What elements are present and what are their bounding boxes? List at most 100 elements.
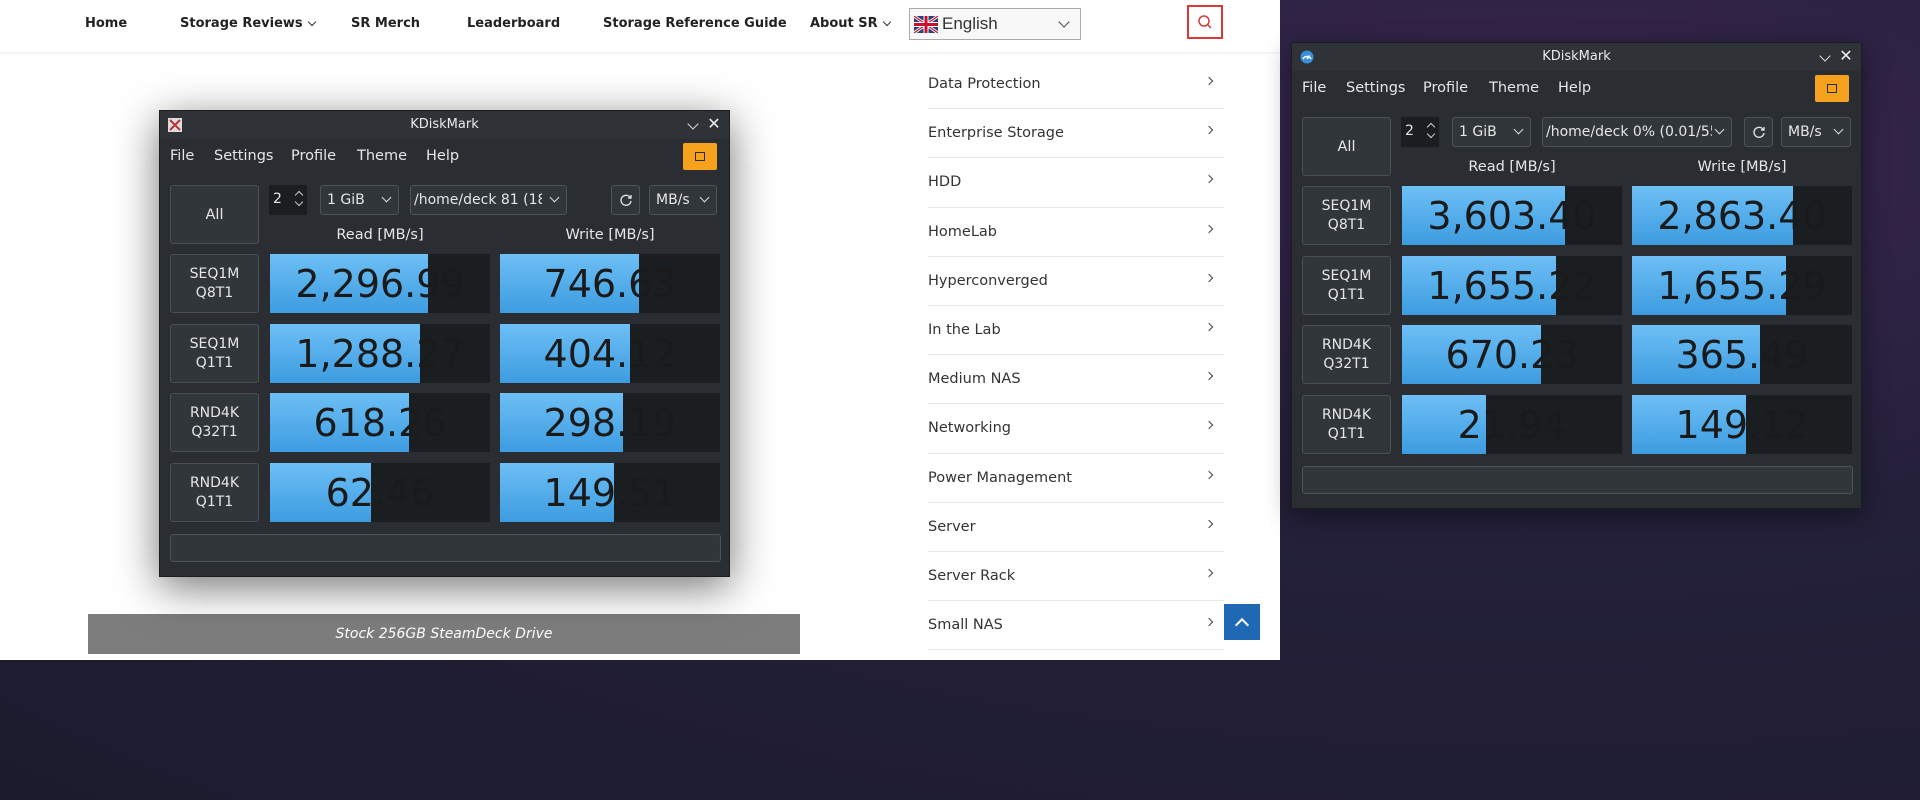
row-label-line2: Q1T1	[195, 493, 234, 510]
write-value: 365.49	[1675, 332, 1809, 377]
path-value: /home/deck 0% (0.01/55	[1546, 124, 1712, 140]
status-bar	[1302, 466, 1853, 494]
category-item[interactable]: In the Lab	[928, 306, 1224, 356]
menu-theme[interactable]: Theme	[1489, 80, 1539, 96]
category-item[interactable]: Data Protection	[928, 60, 1224, 110]
result-write-cell: 149.51	[500, 463, 720, 522]
scroll-to-top-button[interactable]	[1224, 604, 1260, 640]
category-item[interactable]: Hyperconverged	[928, 257, 1224, 306]
size-select[interactable]: 1 GiB	[1452, 117, 1531, 147]
test-rnd4k-q32t1-button[interactable]: RND4K Q32T1	[1302, 325, 1391, 384]
close-icon[interactable]: ✕	[705, 115, 723, 133]
row-label-line1: SEQ1M	[1321, 197, 1372, 214]
category-label: Medium NAS	[928, 371, 1021, 388]
runs-spinbox[interactable]: 2	[1401, 117, 1439, 147]
all-button[interactable]: All	[1302, 117, 1391, 176]
unit-select[interactable]: MB/s	[649, 185, 717, 215]
menu-settings[interactable]: Settings	[1346, 80, 1405, 96]
category-item[interactable]: Enterprise Storage	[928, 109, 1224, 159]
test-seq1m-q8t1-button[interactable]: SEQ1M Q8T1	[170, 254, 259, 313]
result-write-cell: 1,655.29	[1632, 256, 1852, 315]
test-seq1m-q8t1-button[interactable]: SEQ1M Q8T1	[1302, 186, 1391, 245]
size-select[interactable]: 1 GiB	[320, 185, 399, 215]
refresh-button[interactable]	[611, 185, 640, 215]
chevron-down-icon	[1058, 16, 1070, 28]
read-value: 618.26	[313, 400, 447, 445]
category-label: Enterprise Storage	[928, 125, 1064, 142]
all-button[interactable]: All	[170, 185, 259, 244]
row-label-line2: Q8T1	[195, 284, 234, 301]
test-rnd4k-q1t1-button[interactable]: RND4K Q1T1	[1302, 395, 1391, 454]
result-read-cell: 2,296.99	[270, 254, 490, 313]
menu-bar: File Settings Profile Theme Help	[160, 139, 729, 171]
menu-settings[interactable]: Settings	[214, 148, 273, 164]
result-read-cell: 1,288.27	[270, 324, 490, 383]
result-write-cell: 2,863.40	[1632, 186, 1852, 245]
write-value: 404.12	[543, 331, 677, 376]
result-read-cell: 21.94	[1402, 395, 1622, 454]
nav-leaderboard[interactable]: Leaderboard	[467, 16, 560, 31]
menu-file[interactable]: File	[1302, 80, 1326, 96]
menu-profile[interactable]: Profile	[291, 148, 336, 164]
category-item[interactable]: Server	[928, 503, 1224, 552]
read-value: 62.46	[325, 470, 435, 515]
refresh-icon	[619, 194, 632, 206]
nav-storage-reference-guide[interactable]: Storage Reference Guide	[603, 16, 787, 31]
unit-select[interactable]: MB/s	[1781, 117, 1851, 147]
read-header: Read [MB/s]	[1468, 159, 1556, 175]
close-icon[interactable]: ✕	[1837, 47, 1855, 65]
write-value: 149.51	[543, 470, 677, 515]
nav-about-sr[interactable]: About SR	[810, 16, 891, 31]
chevron-right-icon	[1204, 421, 1214, 430]
chevron-right-icon	[1204, 175, 1214, 184]
row-label-line2: Q1T1	[1327, 286, 1366, 303]
test-seq1m-q1t1-button[interactable]: SEQ1M Q1T1	[170, 324, 259, 383]
row-label-line1: SEQ1M	[1321, 267, 1372, 284]
nav-storage-reviews-label: Storage Reviews	[180, 16, 303, 31]
menu-profile[interactable]: Profile	[1423, 80, 1468, 96]
result-read-cell: 670.23	[1402, 325, 1622, 384]
chevron-right-icon	[1204, 125, 1214, 135]
category-item[interactable]: Medium NAS	[928, 355, 1224, 405]
menu-theme[interactable]: Theme	[357, 148, 407, 164]
menu-file[interactable]: File	[170, 148, 194, 164]
path-select[interactable]: /home/deck 81 (186.39/2	[410, 185, 567, 215]
menu-help[interactable]: Help	[426, 148, 459, 164]
path-select[interactable]: /home/deck 0% (0.01/55	[1542, 117, 1732, 147]
category-item[interactable]: HomeLab	[928, 208, 1224, 257]
nav-storage-reviews[interactable]: Storage Reviews	[180, 16, 316, 31]
row-label-line1: RND4K	[1321, 336, 1372, 353]
category-label: HomeLab	[928, 223, 997, 240]
test-rnd4k-q1t1-button[interactable]: RND4K Q1T1	[170, 463, 259, 522]
read-value: 3,603.40	[1427, 193, 1597, 238]
menu-bar: File Settings Profile Theme Help	[1292, 71, 1861, 103]
write-header: Write [MB/s]	[1697, 159, 1787, 175]
menu-help[interactable]: Help	[1558, 80, 1591, 96]
language-select[interactable]: English	[909, 8, 1081, 40]
result-write-cell: 404.12	[500, 324, 720, 383]
notification-button[interactable]	[683, 143, 717, 170]
category-item[interactable]: Small NAS	[928, 601, 1224, 651]
category-item[interactable]: Networking	[928, 404, 1224, 454]
category-item[interactable]: Power Management	[928, 454, 1224, 503]
notification-button[interactable]	[1815, 75, 1849, 102]
nav-home[interactable]: Home	[85, 16, 127, 31]
result-write-cell: 746.63	[500, 254, 720, 313]
notification-icon	[1827, 84, 1837, 93]
write-value: 1,655.29	[1657, 263, 1827, 308]
refresh-button[interactable]	[1744, 117, 1773, 147]
category-item[interactable]: Server Rack	[928, 552, 1224, 602]
spin-down-icon[interactable]	[294, 197, 304, 207]
read-value: 2,296.99	[295, 261, 465, 306]
search-button[interactable]	[1187, 5, 1223, 39]
category-item[interactable]: HDD	[928, 158, 1224, 208]
spin-down-icon[interactable]	[1426, 129, 1436, 139]
refresh-icon	[1752, 126, 1765, 138]
runs-spinbox[interactable]: 2	[269, 185, 307, 215]
kdiskmark-window-right: KDiskMark ✕ File Settings Profile Theme …	[1291, 42, 1862, 509]
test-seq1m-q1t1-button[interactable]: SEQ1M Q1T1	[1302, 256, 1391, 315]
nav-sr-merch[interactable]: SR Merch	[351, 16, 420, 31]
test-rnd4k-q32t1-button[interactable]: RND4K Q32T1	[170, 393, 259, 452]
chevron-down-icon	[307, 17, 316, 27]
chevron-down-icon	[882, 17, 891, 27]
